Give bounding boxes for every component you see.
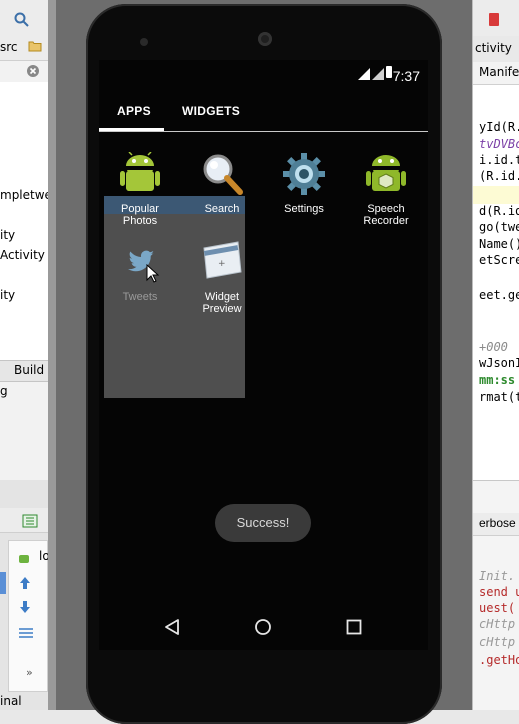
device-icon[interactable] [487,12,501,28]
code-line: mm:ss [479,373,516,387]
code-line: +000 [479,340,508,354]
app-label: Search [204,203,240,215]
search-icon[interactable] [14,12,30,28]
phone-screen: 7:37 APPS WIDGETS Popular Photos Search [99,60,428,650]
app-speech-recorder[interactable]: Speech Recorder [346,152,426,227]
arrow-up-icon[interactable] [18,576,32,590]
widget-preview-icon: + [203,241,242,279]
gear-icon [283,153,325,195]
close-circle-icon[interactable] [26,64,40,78]
selected-indicator [0,572,6,594]
app-label: Widget Preview [202,291,242,315]
recents-icon[interactable] [345,618,363,636]
ide-left-bottom-panel: lo » inal [0,480,48,710]
log-line: send u [479,585,519,599]
app-label: Speech Recorder [363,203,409,227]
breadcrumb-src[interactable]: src [0,40,18,54]
code-line: d(R.id [479,204,519,218]
wifi-icon [358,68,370,80]
tab-manifest-label: Manifest [479,65,519,79]
launcher-tabs: APPS WIDGETS [99,96,428,132]
code-line: go(twe [479,220,519,234]
restore-icon[interactable] [22,514,38,528]
app-label: Tweets [122,291,158,303]
android-box-icon [366,155,406,191]
log-level-select[interactable]: erbose [479,516,516,530]
code-line: tvDVBc [479,137,519,151]
tree-item: g [0,384,8,398]
log-line: Init. [479,569,516,583]
app-search[interactable]: Search [182,152,262,215]
tree-item[interactable]: mpletwee [0,188,48,202]
code-line: wJsonI [479,356,519,370]
home-icon[interactable] [254,618,272,636]
toast-message: Success! [215,504,311,542]
app-label: Settings [284,203,324,215]
emulator-edge [48,0,56,710]
log-line: .getHo [479,653,519,667]
code-line: etScre [479,253,519,267]
status-time: 7:37 [392,68,420,84]
build-variants-label: Build V [14,363,48,377]
arrow-down-icon[interactable] [18,600,32,614]
navigation-bar [99,612,428,644]
tab-apps[interactable]: APPS [117,104,151,118]
log-line: cHttp [479,635,516,649]
app-widget-preview[interactable]: + Widget Preview [182,240,262,315]
app-tweets[interactable]: Tweets [100,240,180,303]
code-line: Name() [479,237,519,251]
more-chevron-icon[interactable]: » [26,666,33,679]
app-settings[interactable]: Settings [264,152,344,215]
tab-divider [99,131,428,132]
mouse-cursor-icon [146,264,160,283]
ide-left-panel: src mpletwee ity Activity ity Build V g … [0,0,49,710]
ide-left-editor: mpletwee ity Activity ity [0,82,48,362]
folder-icon [28,41,42,52]
signal-icon [372,68,384,80]
back-icon[interactable] [163,618,181,636]
magnifier-icon [203,154,243,195]
app-popular-photos[interactable]: Popular Photos [100,151,180,227]
log-line: uest( [479,601,516,615]
log-line: cHttp [479,617,516,631]
status-bar: 7:37 [99,60,428,88]
tab-activity-label: ctivity [475,41,512,55]
svg-text:+: + [218,259,226,269]
code-line: (R.id. [479,169,519,183]
tree-item[interactable]: ity [0,228,15,242]
tree-item[interactable]: Activity [0,248,45,262]
tab-widgets[interactable]: WIDGETS [182,104,240,118]
build-variants-bar[interactable]: Build V [0,360,48,382]
tree-item[interactable]: ity [0,288,15,302]
editor-tab-manifest[interactable]: Manifest [473,62,519,85]
ide-right-lower: erbose Init. send u uest( cHttp cHttp .g… [473,480,519,710]
ide-left-toolbar: src [0,0,48,61]
code-line: rmat(t [479,390,519,404]
android-small-icon [19,555,29,563]
app-label: Popular Photos [121,203,159,227]
code-line: eet.ge [479,288,519,302]
battery-icon [386,66,392,78]
code-line: i.id.tw [479,153,519,167]
front-camera [140,38,148,46]
terminal-tab[interactable]: inal [0,694,22,708]
earpiece-speaker [258,32,272,46]
code-line: yId(R. [479,120,519,134]
android-icon [120,151,160,191]
editor-tab-activity[interactable]: ctivity [473,36,519,63]
ide-right-panel: ctivity Manifest yId(R. tvDVBc i.id.tw (… [472,0,519,710]
settings-list-icon[interactable] [18,626,34,640]
